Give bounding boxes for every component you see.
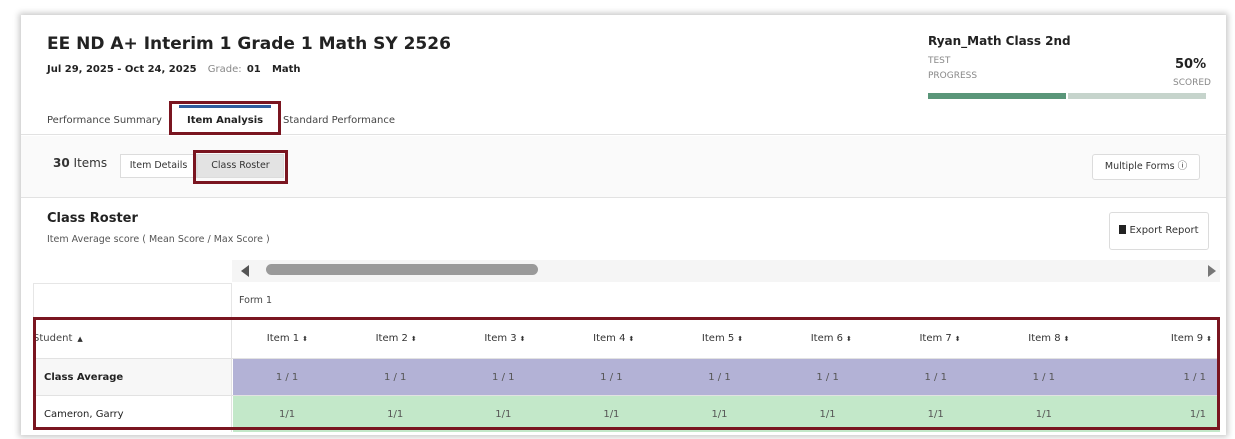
multiple-forms-button[interactable]: Multiple Forms ⓘ bbox=[1092, 154, 1200, 180]
progress-scored-label: SCORED bbox=[1173, 78, 1211, 88]
assessment-title: EE ND A+ Interim 1 Grade 1 Math SY 2526 bbox=[47, 34, 451, 54]
table-highlight-box bbox=[33, 317, 1220, 430]
roster-subtitle: Item Average score ( Mean Score / Max Sc… bbox=[47, 234, 270, 245]
items-count: 30 Items bbox=[53, 156, 107, 170]
progress-percent: 50% bbox=[1175, 57, 1207, 72]
form-row-spacer bbox=[33, 283, 232, 319]
scroll-left-icon[interactable] bbox=[241, 265, 249, 277]
items-count-number: 30 bbox=[53, 156, 70, 170]
item-details-button[interactable]: Item Details bbox=[120, 154, 197, 178]
items-count-label: Items bbox=[73, 156, 108, 170]
form-label: Form 1 bbox=[239, 295, 272, 306]
export-report-label: Export Report bbox=[1129, 225, 1199, 236]
export-report-button[interactable]: Export Report bbox=[1109, 212, 1209, 250]
scrollbar-thumb[interactable] bbox=[266, 264, 538, 275]
grade-value: 01 bbox=[246, 64, 261, 75]
tab-performance-summary[interactable]: Performance Summary bbox=[47, 115, 162, 126]
progress-bar-divider bbox=[1066, 93, 1068, 99]
tab-highlight-box bbox=[169, 101, 281, 135]
form-header-row: Form 1 bbox=[33, 283, 1220, 319]
progress-bar bbox=[928, 93, 1206, 99]
date-range: Jul 29, 2025 - Oct 24, 2025 bbox=[47, 64, 197, 75]
file-icon bbox=[1119, 225, 1127, 234]
assessment-meta: Jul 29, 2025 - Oct 24, 2025 Grade: 01 Ma… bbox=[47, 64, 301, 75]
class-roster-highlight-box bbox=[193, 150, 288, 184]
table-horizontal-scrollbar[interactable] bbox=[232, 260, 1220, 282]
progress-label-test: TEST bbox=[928, 56, 951, 66]
progress-label-progress: PROGRESS bbox=[928, 71, 978, 81]
scroll-right-icon[interactable] bbox=[1208, 265, 1216, 277]
roster-title: Class Roster bbox=[47, 211, 138, 226]
subject: Math bbox=[271, 64, 301, 75]
report-window: EE ND A+ Interim 1 Grade 1 Math SY 2526 … bbox=[21, 15, 1226, 435]
progress-bar-fill bbox=[928, 93, 1067, 99]
class-name: Ryan_Math Class 2nd bbox=[928, 34, 1071, 48]
grade-label: Grade: bbox=[207, 64, 242, 75]
tab-standard-performance[interactable]: Standard Performance bbox=[283, 115, 395, 126]
